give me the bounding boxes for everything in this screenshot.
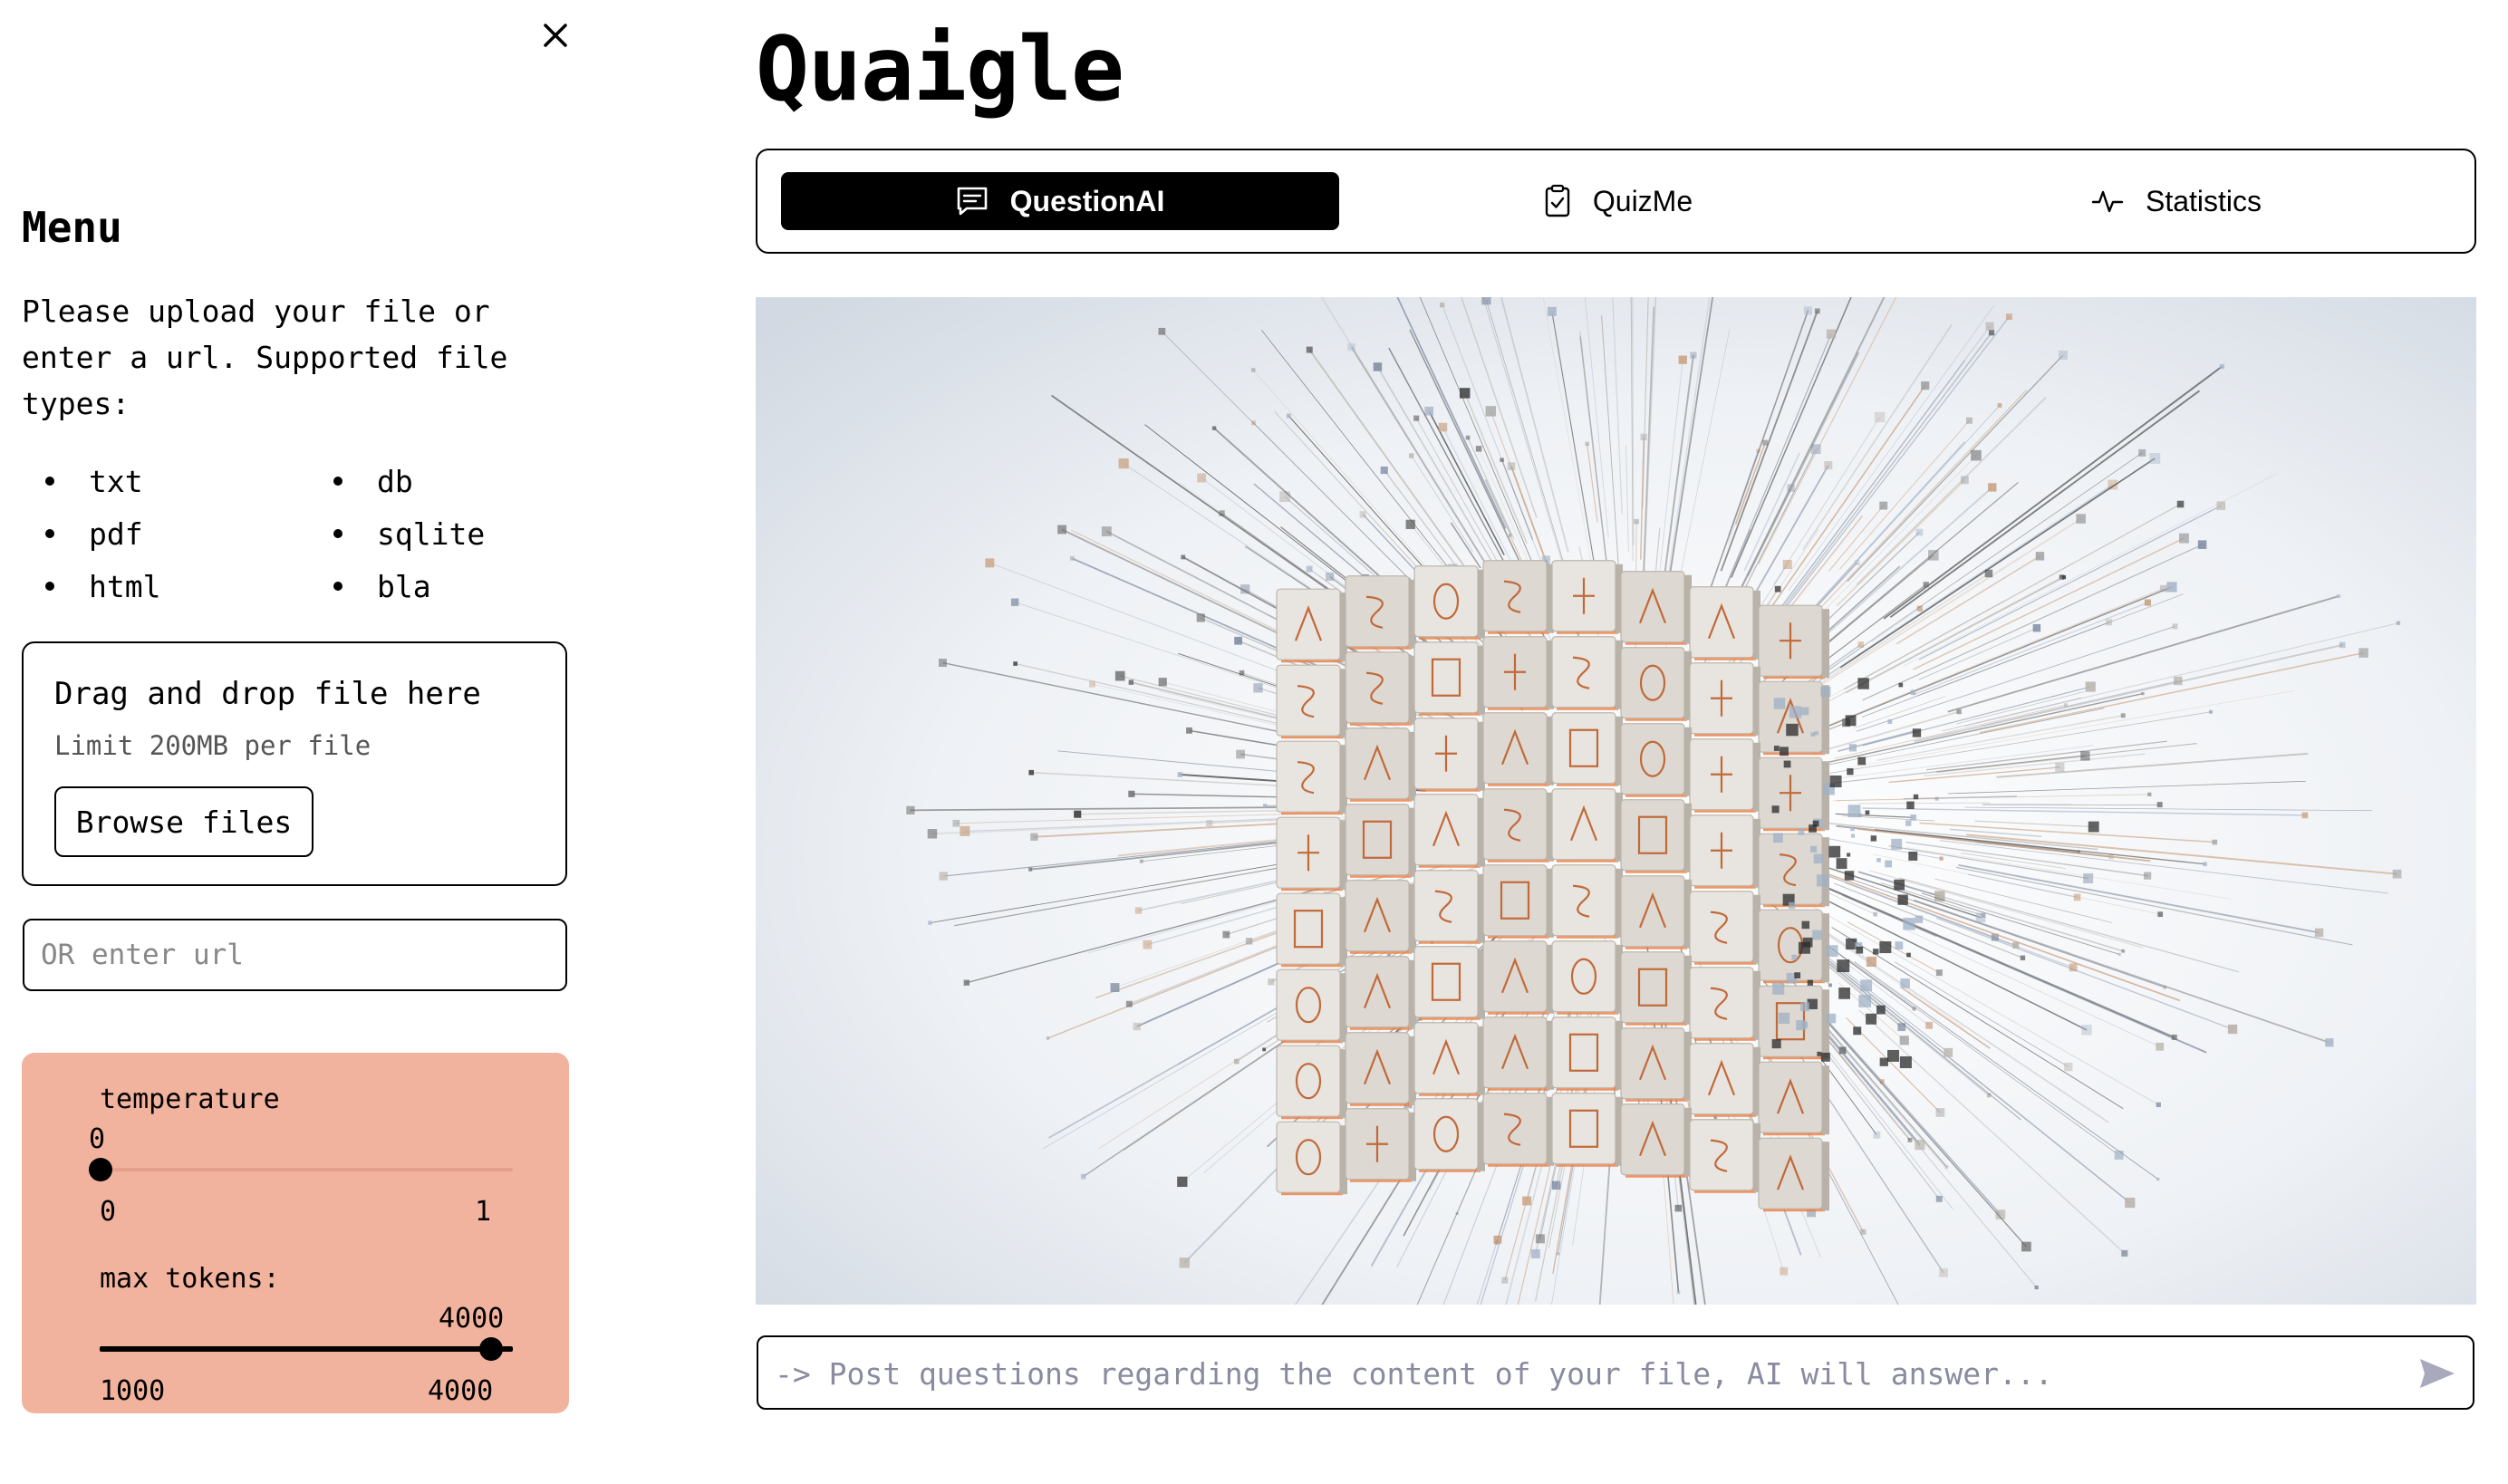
send-icon [2420, 1359, 2455, 1388]
file-type-item: bla [310, 564, 582, 609]
dropzone-title: Drag and drop file here [54, 676, 481, 712]
tab-label: Statistics [2145, 184, 2262, 217]
file-type-label: txt [89, 463, 143, 499]
temperature-label: temperature [100, 1084, 280, 1115]
temperature-slider-handle[interactable] [89, 1158, 112, 1181]
symbol-cube [1276, 560, 1924, 1212]
file-type-item: db [310, 458, 582, 504]
hero-image [756, 297, 2476, 1305]
tab-questionai[interactable]: QuestionAI [781, 172, 1339, 230]
file-type-item: pdf [22, 511, 310, 556]
temperature-max-label: 1 [475, 1196, 492, 1228]
max-tokens-slider-track [100, 1346, 513, 1352]
max-tokens-slider-handle[interactable] [479, 1337, 503, 1361]
file-type-item: html [22, 564, 310, 609]
tab-label: QuestionAI [1009, 184, 1165, 217]
file-type-label: bla [377, 568, 431, 604]
file-type-label: pdf [89, 516, 143, 552]
clipboard-check-icon [1545, 184, 1570, 217]
chat-icon [957, 187, 987, 216]
max-tokens-min-label: 1000 [100, 1375, 166, 1407]
model-settings-panel: temperature 0 0 1 max tokens: 4000 1000 … [22, 1053, 569, 1413]
bullet [333, 582, 342, 591]
temperature-slider-track [100, 1168, 513, 1171]
bullet [45, 477, 54, 486]
bullet [45, 582, 54, 591]
activity-icon [2091, 190, 2124, 213]
max-tokens-label: max tokens: [100, 1263, 280, 1295]
bullet [333, 477, 342, 486]
bullet [45, 529, 54, 538]
file-type-item: sqlite [310, 511, 582, 556]
send-button[interactable] [2415, 1354, 2460, 1393]
menu-title: Menu [22, 203, 122, 252]
file-type-label: db [377, 463, 413, 499]
browse-files-button[interactable]: Browse files [54, 786, 314, 857]
file-type-label: sqlite [377, 516, 486, 552]
tab-label: QuizMe [1592, 184, 1693, 217]
tab-statistics[interactable]: Statistics [1897, 172, 2455, 230]
max-tokens-value: 4000 [439, 1303, 505, 1335]
url-input[interactable] [23, 919, 567, 991]
chat-input-container [757, 1335, 2474, 1410]
file-type-label: html [89, 568, 161, 604]
app-title: Quaigle [756, 18, 1124, 121]
close-icon [544, 24, 567, 47]
file-dropzone[interactable]: Drag and drop file here Limit 200MB per … [22, 641, 567, 886]
hero-illustration [756, 297, 2476, 1305]
tab-bar: QuestionAI QuizMe Statistics [756, 149, 2476, 254]
dropzone-limit: Limit 200MB per file [54, 730, 371, 761]
question-input[interactable] [773, 1344, 2398, 1402]
close-sidebar-button[interactable] [533, 13, 578, 58]
tab-quizme[interactable]: QuizMe [1339, 172, 1897, 230]
temperature-min-label: 0 [100, 1196, 117, 1228]
upload-instructions: Please upload your file or enter a url. … [22, 294, 508, 421]
max-tokens-max-label: 4000 [428, 1375, 494, 1407]
file-type-item: txt [22, 458, 310, 504]
temperature-value: 0 [89, 1123, 106, 1155]
bullet [333, 529, 342, 538]
file-type-list: txt db pdf sqlite html bla [22, 458, 584, 609]
sidebar: Menu Please upload your file or enter a … [0, 0, 598, 1484]
